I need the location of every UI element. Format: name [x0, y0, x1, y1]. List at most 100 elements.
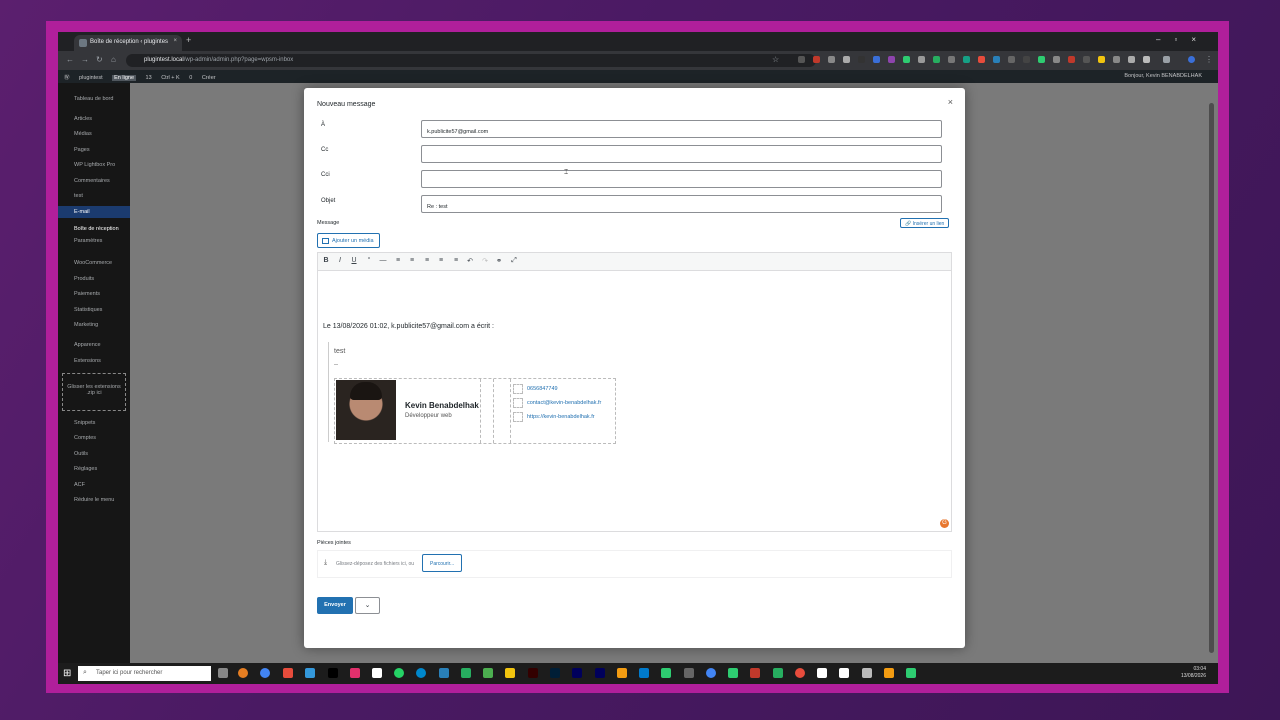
after-effects-icon[interactable]	[572, 668, 582, 678]
app-icon[interactable]	[728, 668, 738, 678]
app-icon[interactable]	[862, 668, 872, 678]
illustrator-icon[interactable]	[528, 668, 538, 678]
sidebar-item-test[interactable]: test	[74, 193, 83, 199]
attachment-dropzone[interactable]: ⤓ Glissez-déposez des fichiers ici, ou P…	[317, 550, 952, 578]
updates-count[interactable]: 13	[146, 75, 152, 81]
home-icon[interactable]: ⌂	[111, 55, 116, 64]
app-icon[interactable]	[238, 668, 248, 678]
link-icon[interactable]: ⚭	[494, 257, 504, 265]
add-media-button[interactable]: Ajouter un média	[317, 233, 380, 248]
extension-icon[interactable]	[993, 56, 1000, 63]
extension-icon[interactable]	[1023, 56, 1030, 63]
extension-icon[interactable]	[1098, 56, 1105, 63]
extension-icon[interactable]	[888, 56, 895, 63]
premiere-icon[interactable]	[595, 668, 605, 678]
extension-icon[interactable]	[813, 56, 820, 63]
app-icon[interactable]	[661, 668, 671, 678]
sidebar-item-media[interactable]: Médias	[74, 131, 92, 137]
extension-icon[interactable]	[918, 56, 925, 63]
extension-icon[interactable]	[1083, 56, 1090, 63]
app-icon[interactable]	[305, 668, 315, 678]
extension-icon[interactable]	[1113, 56, 1120, 63]
sidebar-item-appearance[interactable]: Apparence	[74, 342, 101, 348]
window-controls[interactable]: –▫×	[1156, 35, 1210, 44]
extension-icon[interactable]	[843, 56, 850, 63]
insert-link-button[interactable]: 🔗 Insérer un lien	[900, 218, 950, 228]
filezilla-icon[interactable]	[750, 668, 760, 678]
sidebar-item-dashboard[interactable]: Tableau de bord	[74, 96, 113, 102]
sidebar-item-marketing[interactable]: Marketing	[74, 322, 98, 328]
sidebar-subitem-inbox[interactable]: Boîte de réception	[74, 226, 119, 232]
instagram-icon[interactable]	[350, 668, 360, 678]
vscode-icon[interactable]	[639, 668, 649, 678]
taskbar-search-input[interactable]: ⌕ Taper ici pour rechercher	[78, 666, 211, 681]
sidebar-item-acf[interactable]: ACF	[74, 482, 85, 488]
browser-menu-icon[interactable]: ⋮	[1205, 55, 1213, 64]
undo-icon[interactable]: ↶	[465, 257, 475, 265]
new-tab-button[interactable]: +	[186, 35, 191, 45]
whatsapp-icon[interactable]	[394, 668, 404, 678]
telegram-icon[interactable]	[416, 668, 426, 678]
windows-start-icon[interactable]: ⊞	[63, 668, 71, 679]
send-button[interactable]: Envoyer	[317, 597, 353, 614]
extension-icon[interactable]	[963, 56, 970, 63]
app-icon[interactable]	[906, 668, 916, 678]
app-icon[interactable]	[617, 668, 627, 678]
forward-icon[interactable]: →	[81, 55, 89, 64]
sidebar-item-extensions[interactable]: Extensions	[74, 358, 101, 364]
underline-icon[interactable]: U	[349, 257, 359, 264]
extension-icon[interactable]	[1068, 56, 1075, 63]
close-icon[interactable]: ×	[948, 97, 953, 107]
send-options-chevron-down-icon[interactable]: ⌄	[355, 597, 380, 614]
system-tray-clock[interactable]: 03:04 13/08/2026	[1181, 666, 1206, 680]
extension-icon[interactable]	[903, 56, 910, 63]
reload-icon[interactable]: ↻	[96, 55, 103, 64]
app-icon[interactable]	[795, 668, 805, 678]
app-icon[interactable]	[839, 668, 849, 678]
bold-icon[interactable]: B	[321, 257, 331, 264]
sidebar-item-statistics[interactable]: Statistiques	[74, 307, 102, 313]
sidebar-item-payments[interactable]: Paiements	[74, 291, 100, 297]
sidebar-item-snippets[interactable]: Snippets	[74, 420, 95, 426]
chrome-icon[interactable]	[260, 668, 270, 678]
extension-icon[interactable]	[948, 56, 955, 63]
extension-icon[interactable]	[873, 56, 880, 63]
extension-icon[interactable]	[798, 56, 805, 63]
signature-email-link[interactable]: contact@kevin-benabdelhak.fr	[527, 400, 601, 406]
align-left-icon[interactable]: ≡	[422, 257, 432, 264]
bcc-field[interactable]	[421, 170, 942, 188]
browse-button[interactable]: Parcourir...	[422, 554, 463, 572]
vlc-icon[interactable]	[884, 668, 894, 678]
sidebar-item-products[interactable]: Produits	[74, 276, 94, 282]
sidebar-item-tools[interactable]: Outils	[74, 451, 88, 457]
chrome-icon[interactable]	[706, 668, 716, 678]
sidebar-item-comments[interactable]: Commentaires	[74, 178, 110, 184]
cc-field[interactable]	[421, 145, 942, 163]
horizontal-rule-icon[interactable]: —	[378, 257, 388, 264]
app-icon[interactable]	[817, 668, 827, 678]
comments-count[interactable]: 0	[189, 75, 192, 81]
sidebar-item-articles[interactable]: Articles	[74, 116, 92, 122]
browser-tab[interactable]: Boîte de réception ‹ plugintes ×	[74, 35, 182, 51]
app-icon[interactable]	[439, 668, 449, 678]
extension-icon[interactable]	[858, 56, 865, 63]
extension-icon[interactable]	[1038, 56, 1045, 63]
align-center-icon[interactable]: ≡	[436, 257, 446, 264]
align-right-icon[interactable]: ≡	[451, 257, 461, 264]
page-scrollbar[interactable]	[1209, 103, 1214, 653]
tiktok-icon[interactable]	[328, 668, 338, 678]
sidebar-item-lightbox[interactable]: WP Lightbox Pro	[74, 162, 115, 168]
numbered-list-icon[interactable]: ≡	[407, 257, 417, 264]
fullscreen-icon[interactable]: ⤢	[509, 257, 519, 265]
app-icon[interactable]	[461, 668, 471, 678]
bullet-list-icon[interactable]: ≡	[393, 257, 403, 264]
extension-icon[interactable]	[1053, 56, 1060, 63]
italic-icon[interactable]: I	[335, 257, 345, 264]
extension-icon[interactable]	[933, 56, 940, 63]
url-input[interactable]: plugintest.local/wp-admin/admin.php?page…	[126, 54, 816, 67]
bookmark-star-icon[interactable]: ☆	[772, 55, 779, 64]
create-menu[interactable]: Créer	[202, 75, 216, 81]
zip-drop-area[interactable]: Glisser les extensions .zip ici	[62, 373, 126, 411]
task-view-icon[interactable]	[218, 668, 228, 678]
to-field[interactable]	[421, 120, 942, 138]
